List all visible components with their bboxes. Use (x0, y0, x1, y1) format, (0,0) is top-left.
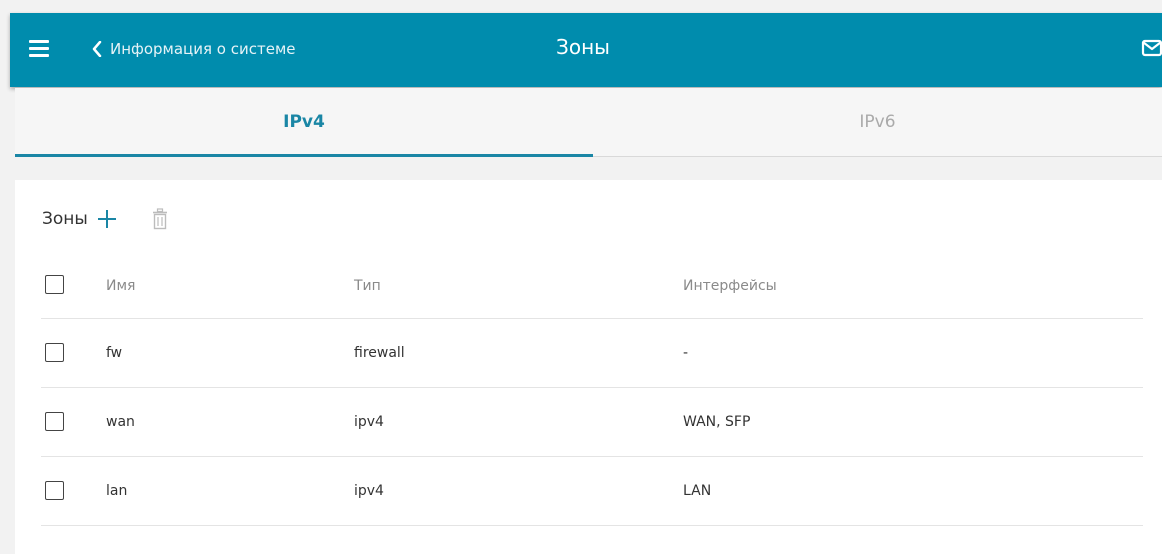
table-row[interactable]: wan ipv4 WAN, SFP (41, 388, 1143, 457)
tab-bar: IPv4 IPv6 (15, 88, 1162, 157)
cell-interfaces: WAN, SFP (683, 414, 751, 430)
delete-zone-button[interactable] (152, 208, 168, 230)
row-checkbox[interactable] (45, 481, 64, 500)
section-header: Зоны (42, 208, 168, 230)
column-header-interfaces: Интерфейсы (683, 277, 777, 294)
column-header-type: Тип (354, 277, 381, 294)
tab-ipv6[interactable]: IPv6 (593, 88, 1162, 156)
select-all-checkbox[interactable] (45, 275, 64, 294)
cell-interfaces: LAN (683, 483, 712, 499)
tab-ipv4-label: IPv4 (283, 112, 325, 132)
tab-ipv4[interactable]: IPv4 (15, 88, 593, 157)
row-checkbox[interactable] (45, 343, 64, 362)
zones-card: Зоны Имя Тип Интерфейсы fw firewall - wa… (15, 180, 1162, 554)
cell-interfaces: - (683, 345, 689, 361)
column-header-name: Имя (106, 277, 136, 294)
trash-icon (152, 208, 167, 230)
tab-ipv6-label: IPv6 (859, 112, 896, 132)
cell-type: ipv4 (354, 483, 384, 499)
plus-icon (97, 210, 116, 228)
section-title: Зоны (42, 209, 88, 229)
add-zone-button[interactable] (96, 208, 118, 230)
page-title-text: Зоны (556, 35, 610, 59)
table-row[interactable]: fw firewall - (41, 319, 1143, 388)
row-checkbox[interactable] (45, 412, 64, 431)
top-bar: Информация о системе Зоны (10, 13, 1162, 87)
zones-table: Имя Тип Интерфейсы fw firewall - wan ipv… (41, 253, 1143, 526)
cell-type: ipv4 (354, 414, 384, 430)
cell-name: fw (106, 345, 123, 361)
cell-name: lan (106, 483, 128, 499)
page-title: Зоны (10, 35, 1162, 59)
cell-name: wan (106, 414, 135, 430)
cell-type: firewall (354, 345, 405, 361)
table-row[interactable]: lan ipv4 LAN (41, 457, 1143, 526)
mail-icon[interactable] (1141, 38, 1162, 62)
table-header-row: Имя Тип Интерфейсы (41, 253, 1143, 319)
